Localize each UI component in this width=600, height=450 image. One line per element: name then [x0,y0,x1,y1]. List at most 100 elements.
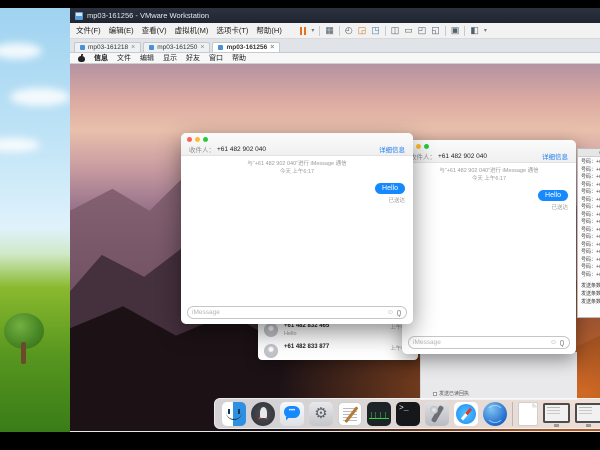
tree-trunk [21,342,26,364]
macos-menu-messages[interactable]: 信息 [94,53,108,63]
message-input-row: ☺ [187,306,407,319]
details-link[interactable]: 详细信息 [542,151,568,161]
microphone-icon[interactable] [560,340,564,346]
imessage-bubble: Hello [538,190,568,201]
network-utility-icon[interactable] [483,402,507,426]
take-snapshot-icon[interactable]: ◲ [358,26,367,35]
power-dropdown-icon[interactable]: ▾ [311,27,314,34]
tab-close-icon[interactable]: × [270,44,274,51]
pause-button-icon[interactable] [300,27,307,35]
conversation-intro: 与“+61 482 902 040”进行 iMessage 通信 [402,167,576,175]
terminal-icon[interactable] [396,402,420,426]
messages-icon[interactable] [280,402,304,426]
vmware-tabbar: mp03-161218 × mp03-161250 × mp03-161256 … [70,39,600,53]
close-icon [187,137,192,142]
macos-menu-help[interactable]: 帮助 [232,53,246,63]
menu-vm[interactable]: 虚拟机(M) [175,25,209,36]
macos-menu-file[interactable]: 文件 [117,53,131,63]
avatar [264,344,278,358]
vmware-titlebar[interactable]: mp03-161256 - VMware Workstation [70,8,600,23]
console-view-icon[interactable]: ◫ [391,26,400,35]
apple-menu-icon[interactable] [78,54,85,62]
capture-icon[interactable]: ◧ [470,26,479,35]
vmware-window-title: mp03-161256 - VMware Workstation [87,11,209,20]
menu-view[interactable]: 查看(V) [142,25,167,36]
macos-menu-window[interactable]: 窗口 [209,53,223,63]
conversation-row[interactable]: +61 482 833 877 上午6:17 [262,343,414,360]
macos-menu-view[interactable]: 显示 [163,53,177,63]
imessage-compose-window-right[interactable]: 收件人： +61 482 902 040 详细信息 与“+61 482 902 … [402,140,576,354]
document-file-icon[interactable] [518,402,538,426]
read-receipt-label: 发送已读回执 [439,390,469,397]
vm-tab-1[interactable]: mp03-161218 × [74,42,141,52]
finder-icon[interactable] [222,402,246,426]
tab-close-icon[interactable]: × [131,44,135,51]
vmware-toolbar: ▾ ▦ ◴ ◲ ◳ ◫ ▭ ◰ ◱ ▣ ◧ ▾ [300,26,487,36]
vm-tab-label: mp03-161250 [157,44,197,51]
send-ctrl-alt-del-icon[interactable]: ▦ [325,26,334,35]
log-footer-lines: 发送条数：10发送条数：10发送条数：10 [581,282,600,306]
snapshot-clock-icon[interactable]: ◴ [345,26,353,35]
vm-tab-label: mp03-161256 [226,44,267,51]
message-input[interactable] [192,309,387,316]
show-library-icon[interactable]: ▭ [404,26,413,35]
imessage-bubble: Hello [375,183,405,194]
safari-icon[interactable] [454,402,478,426]
cloud [10,88,70,106]
unity-view-icon[interactable]: ◰ [418,26,427,35]
automator-icon[interactable] [425,402,449,426]
compose-header: 收件人： +61 482 902 040 详细信息 [181,133,413,156]
conversation-row[interactable]: +61 482 832 465 上午6:17 Hello [262,322,414,341]
to-value[interactable]: +61 482 902 040 [438,153,487,160]
minimize-icon [195,137,200,142]
conversation-date: 今天 上午6:17 [181,168,413,176]
screen: mp03-161256 - VMware Workstation 文件(F) 编… [0,0,600,450]
delivered-status: 已送达 [551,203,568,211]
launchpad-icon[interactable] [251,402,275,426]
minimized-window-icon[interactable] [543,403,570,423]
snapshot-manager-icon[interactable]: ◳ [371,26,380,35]
menu-edit[interactable]: 编辑(E) [109,25,134,36]
menu-help[interactable]: 帮助(H) [256,25,281,36]
message-input[interactable] [413,339,550,346]
host-desktop-wallpaper [0,8,70,432]
stretch-guest-icon[interactable]: ▣ [451,26,460,35]
macos-menu-edit[interactable]: 编辑 [140,53,154,63]
textedit-icon[interactable] [338,402,362,426]
traffic-lights[interactable] [187,137,208,142]
minimized-window-icon[interactable] [575,403,600,423]
log-window-title: showing [578,149,600,157]
read-receipt-option[interactable]: 发送已读回执 [433,390,469,397]
vmware-menubar: 文件(F) 编辑(E) 查看(V) 虚拟机(M) 选项卡(T) 帮助(H) ▾ … [70,23,600,39]
checkbox-icon[interactable] [433,392,437,396]
details-link[interactable]: 详细信息 [379,144,405,154]
macos-menubar: 信息 文件 编辑 显示 好友 窗口 帮助 [70,53,600,64]
capture-dropdown-icon[interactable]: ▾ [484,27,487,34]
to-label: 收件人： [189,144,215,154]
conversation-preview: Hello [284,331,297,337]
menu-file[interactable]: 文件(F) [76,25,101,36]
vm-tab-2[interactable]: mp03-161250 × [143,42,210,52]
delivered-status: 已送达 [388,196,405,204]
vm-tab-3-active[interactable]: mp03-161256 × [212,42,280,52]
tab-close-icon[interactable]: × [200,44,204,51]
system-preferences-icon[interactable]: ⚙ [309,402,333,426]
imessage-compose-window-front[interactable]: 收件人： +61 482 902 040 详细信息 与“+61 482 902 … [181,133,413,324]
details-panel: 发送已读回执 [420,352,577,400]
minimize-icon [416,144,421,149]
microphone-icon[interactable] [397,310,401,316]
emoji-icon[interactable]: ☺ [387,309,394,316]
fullscreen-icon[interactable]: ◱ [431,26,440,35]
message-input-row: ☺ [408,336,570,349]
to-value[interactable]: +61 482 902 040 [217,146,266,153]
activity-monitor-icon[interactable] [367,402,391,426]
menu-tabs[interactable]: 选项卡(T) [216,25,248,36]
dock: ⚙ [214,398,600,429]
avatar [264,323,278,337]
conversation-date: 今天 上午6:17 [402,175,576,183]
macos-menu-buddies[interactable]: 好友 [186,53,200,63]
cloud [0,138,40,152]
log-window[interactable]: showing 号码：+6号码：+6号码：+6号码：+6号码：+6号码：+6号码… [577,148,600,318]
emoji-icon[interactable]: ☺ [550,339,557,346]
vm-icon [149,45,154,50]
